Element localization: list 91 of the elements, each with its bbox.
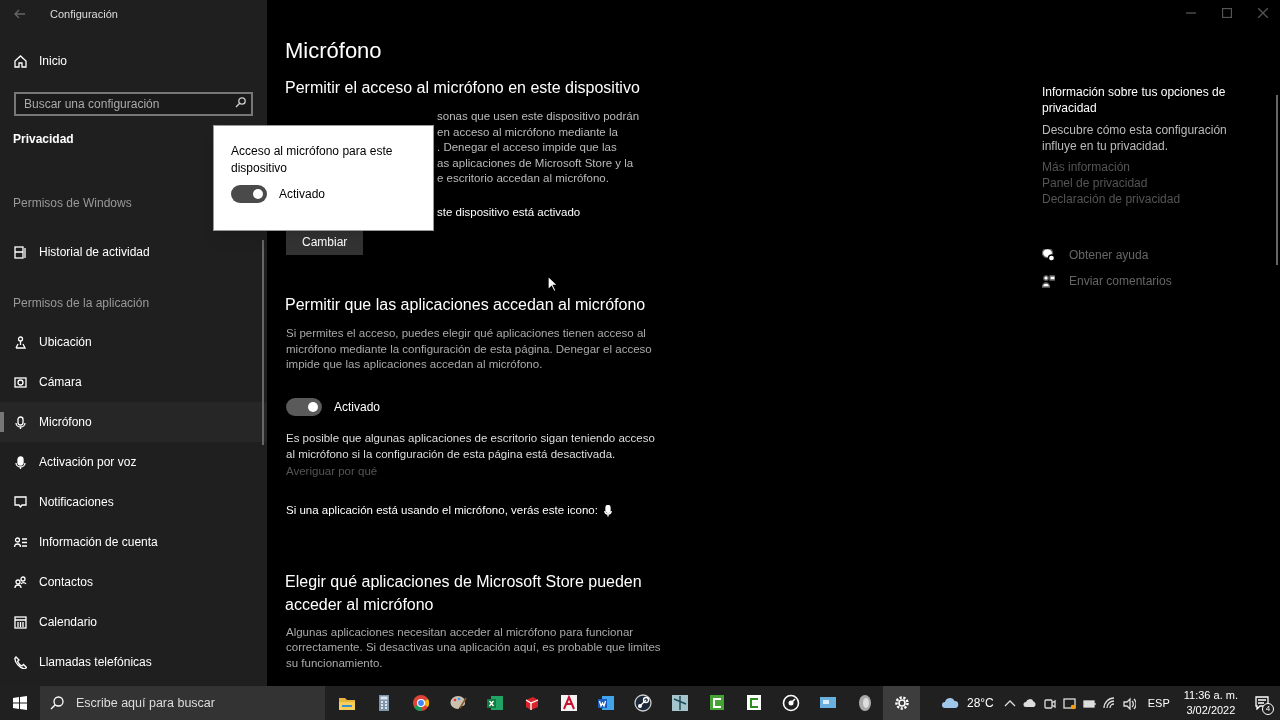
sidebar-item[interactable]: Cámara (0, 362, 267, 402)
cloud-icon (1023, 696, 1037, 710)
account-icon (14, 535, 27, 549)
sidebar-label: Calendario (39, 614, 98, 631)
close-icon (1258, 8, 1268, 18)
maximize-icon (1222, 8, 1232, 18)
popup-title: Acceso al micrófono para este dispositivo (231, 143, 394, 177)
toggle-switch[interactable] (231, 185, 267, 203)
toggle-label: Activado (334, 399, 381, 416)
search-icon (50, 696, 64, 710)
window-title: Configuración (50, 6, 118, 22)
contacts-icon (14, 575, 27, 589)
microphone-icon (603, 505, 612, 518)
pointer-cursor-icon (547, 275, 558, 292)
sidebar-item[interactable]: Ubicación (0, 322, 267, 362)
help-link[interactable]: Enviar comentarios (1042, 273, 1247, 289)
sidebar-label: Cámara (39, 374, 82, 391)
wifi-icon (1103, 696, 1117, 710)
section-heading: Permitir el acceso al micrófono en este dispositivo (285, 78, 641, 98)
toggle-switch[interactable] (286, 398, 322, 416)
notification-count: 4 (1262, 703, 1274, 715)
sidebar-item[interactable]: Micrófono (0, 402, 267, 442)
steam-icon (632, 693, 653, 713)
sidebar-item[interactable]: Historial de actividad (0, 232, 267, 272)
sidebar-label: Notificaciones (39, 494, 114, 511)
sidebar-label: Activación por voz (39, 454, 137, 471)
phone-icon (14, 655, 27, 669)
calendar-icon (14, 615, 27, 629)
sidebar-item[interactable]: Contactos (0, 562, 267, 602)
taskbar-app-button[interactable] (883, 686, 920, 720)
section-heading: Elegir qué aplicaciones de Microsoft Store pueden acceder al micrófono (285, 571, 643, 615)
page-title: Micrófono (285, 37, 383, 65)
sidebar-label: Información de cuenta (39, 534, 158, 551)
notification-icon (14, 495, 27, 509)
camera-icon (14, 375, 27, 389)
related-text: Descubre cómo esta configuración influye en tu privacidad. (1042, 122, 1227, 154)
screen-icon (1063, 696, 1077, 710)
weather-widget[interactable]: 28°C (924, 694, 1000, 712)
sidebar-label: Llamadas telefónicas (39, 654, 152, 671)
feedback-icon (1042, 274, 1055, 288)
windows-logo-icon (13, 696, 27, 710)
info-text: Si una aplicación está usando el micrófono, verás este icono: (286, 503, 598, 519)
taskbar-search-field[interactable]: Escribe aquí para buscar (40, 686, 325, 720)
back-arrow-icon (14, 9, 26, 19)
description-text: Si permites el acceso, puedes elegir qué aplicaciones tienen acceso al micrófono mediante la configuración de esta página. Denegar el acceso impide que las aplicaciones accedan al micrófono. (285, 326, 653, 373)
note-text: Es posible que algunas aplicaciones de escritorio sigan teniendo acceso al micrófono si la configuración de esta página está desactivada. (285, 431, 656, 462)
message-icon (1255, 696, 1269, 710)
status-text: ste dispositivo está activado (437, 204, 581, 220)
sidebar-label: Contactos (39, 574, 94, 591)
temperature-text: 28°C (966, 695, 994, 712)
clock-time[interactable]: 11:36 a. m. (1183, 688, 1238, 703)
language-indicator[interactable]: ESP (1139, 694, 1178, 712)
cloud-icon (940, 696, 959, 710)
home-icon (14, 54, 27, 68)
help-icon (1042, 248, 1055, 262)
section-heading: Permisos de la aplicación (13, 295, 150, 312)
spreadsheet-icon (484, 693, 505, 713)
related-heading: Información sobre tus opciones de privacidad (1042, 84, 1227, 116)
browser-icon (410, 693, 431, 713)
microphone-icon (14, 455, 27, 469)
help-link[interactable]: Obtener ayuda (1042, 247, 1247, 263)
sidebar-item[interactable]: Notificaciones (0, 482, 267, 522)
sidebar-label: Historial de actividad (39, 244, 150, 261)
section-heading: Permitir que las aplicaciones accedan al micrófono (285, 295, 647, 316)
activity-icon (14, 245, 27, 259)
selection-indicator (0, 412, 4, 432)
microphone-icon (14, 415, 27, 429)
sidebar-item[interactable]: Información de cuenta (0, 522, 267, 562)
gauge-icon (780, 693, 801, 713)
clock-date[interactable]: 3/02/2022 (1186, 703, 1236, 718)
search-icon (235, 97, 246, 108)
document-icon (595, 693, 616, 713)
sidebar-item[interactable]: Calendario (0, 602, 267, 642)
camera-icon (1043, 696, 1057, 710)
section-heading: Permisos de Windows (13, 195, 132, 212)
search-field[interactable]: Buscar una configuración (14, 92, 253, 116)
speaker-icon (1123, 696, 1137, 710)
toggle-label: Activado (279, 186, 326, 203)
category-heading: Privacidad (12, 131, 75, 148)
diagram-icon (669, 693, 690, 713)
description-text: Algunas aplicaciones necesitan acceder al micrófono para funcionar correctamente. Si desactivas una aplicación aquí, es probable que limites su funcionamiento. (285, 624, 662, 671)
change-button[interactable]: Cambiar (286, 229, 364, 256)
description-text: sonas que usen este dispositivo podrán en acceso al micrófono mediante la . Denegar el acceso impide que las as aplicaciones de Microsoft Store y la e escritorio accedan al micrófono. (437, 109, 640, 187)
notification-button[interactable]: 4 (1244, 686, 1280, 720)
home-link[interactable]: Inicio (0, 52, 267, 70)
sidebar-label: Ubicación (39, 334, 92, 351)
sidebar-item[interactable]: Activación por voz (0, 442, 267, 482)
sidebar-label: Micrófono (39, 414, 92, 431)
letter-a-logo-icon (558, 693, 579, 713)
sidebar-item[interactable]: Llamadas telefónicas (0, 642, 267, 682)
location-icon (14, 335, 27, 349)
